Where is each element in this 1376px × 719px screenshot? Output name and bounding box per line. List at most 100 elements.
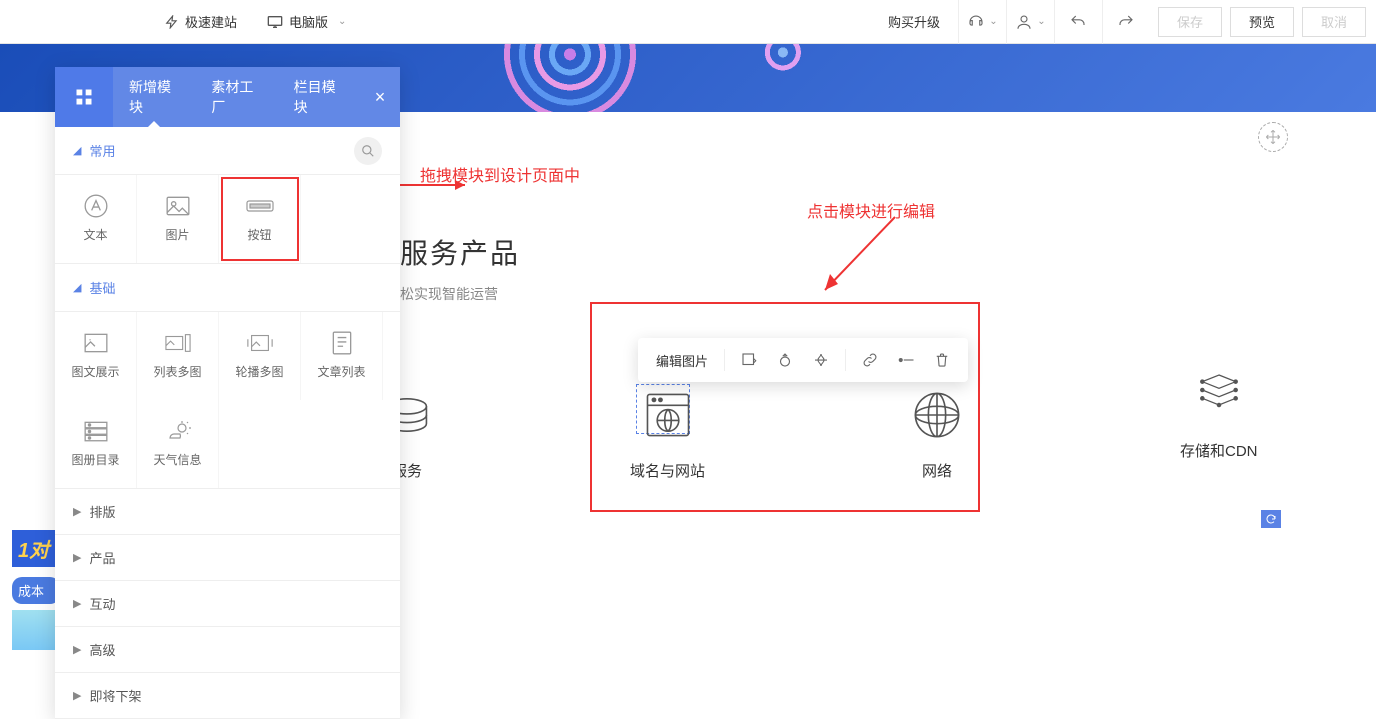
preview-button[interactable]: 预览 xyxy=(1230,7,1294,37)
tab-material[interactable]: 素材工厂 xyxy=(195,67,277,127)
panel-close-button[interactable]: × xyxy=(360,67,400,127)
undo-icon xyxy=(1069,13,1087,31)
sticker-line2: 成本 xyxy=(12,577,60,604)
top-toolbar: 极速建站 电脑版 ⌄ 购买升级 ⌄ ⌄ 保存 预览 取消 xyxy=(0,0,1376,44)
module-button[interactable]: 按钮 xyxy=(219,175,301,263)
arrow-icon xyxy=(810,212,910,302)
service-item[interactable]: 存储和CDN xyxy=(1180,370,1258,461)
storage-icon xyxy=(1192,370,1246,420)
link-icon[interactable] xyxy=(854,344,886,376)
network-icon xyxy=(910,390,964,440)
module-list-img[interactable]: 列表多图 xyxy=(137,312,219,400)
module-label: 文本 xyxy=(83,226,107,243)
effects-icon[interactable] xyxy=(805,344,837,376)
list-img-icon xyxy=(165,332,191,354)
module-label: 图文展示 xyxy=(71,363,119,380)
chevron-down-icon: ⌄ xyxy=(989,16,997,27)
category-product[interactable]: ▶ 产品 xyxy=(55,535,400,581)
module-text[interactable]: 文本 xyxy=(55,175,137,263)
lightning-icon xyxy=(165,15,179,29)
cancel-button[interactable]: 取消 xyxy=(1302,7,1366,37)
service-label: 网络 xyxy=(922,460,952,481)
crop-icon[interactable] xyxy=(733,344,765,376)
category-label: 排版 xyxy=(89,502,115,521)
module-label: 列表多图 xyxy=(153,363,201,380)
support-button[interactable]: ⌄ xyxy=(958,0,1006,44)
module-article[interactable]: 文章列表 xyxy=(301,312,383,400)
divider xyxy=(724,349,725,371)
module-image[interactable]: 图片 xyxy=(137,175,219,263)
refresh-badge[interactable] xyxy=(1261,510,1281,528)
quick-build-button[interactable]: 极速建站 xyxy=(165,12,237,31)
section-label: 基础 xyxy=(89,278,115,297)
weather-icon xyxy=(164,419,192,443)
triangle-down-icon: ◢ xyxy=(73,144,81,157)
triangle-right-icon: ▶ xyxy=(73,597,81,610)
triangle-down-icon: ◢ xyxy=(73,281,81,294)
service-item[interactable]: 网络 xyxy=(910,390,964,481)
grid-icon xyxy=(74,87,94,107)
category-label: 产品 xyxy=(89,548,115,567)
carousel-icon xyxy=(246,332,274,354)
save-button[interactable]: 保存 xyxy=(1158,7,1222,37)
device-label: 电脑版 xyxy=(289,12,328,31)
user-button[interactable]: ⌄ xyxy=(1006,0,1054,44)
article-icon xyxy=(331,330,353,356)
module-label: 文章列表 xyxy=(317,363,365,380)
section-common[interactable]: ◢ 常用 xyxy=(55,127,400,175)
panel-header: 新增模块 素材工厂 栏目模块 × xyxy=(55,67,400,127)
img-text-icon xyxy=(83,332,109,354)
basic-modules-grid: 图文展示 列表多图 轮播多图 文章列表 图册目录 天气信息 xyxy=(55,312,400,489)
triangle-right-icon: ▶ xyxy=(73,689,81,702)
content-heading: 服务产品 松实现智能运营 xyxy=(400,232,520,304)
service-label: 存储和CDN xyxy=(1180,440,1258,461)
page-title: 服务产品 xyxy=(400,232,520,272)
move-handle-icon[interactable] xyxy=(1258,122,1288,152)
module-label: 图片 xyxy=(165,226,189,243)
rotate-icon[interactable] xyxy=(769,344,801,376)
search-button[interactable] xyxy=(354,137,382,165)
refresh-icon xyxy=(1265,513,1277,525)
redo-icon xyxy=(1117,13,1135,31)
search-icon xyxy=(361,144,375,158)
panel-grid-button[interactable] xyxy=(55,67,113,127)
undo-button[interactable] xyxy=(1054,0,1102,44)
upgrade-link[interactable]: 购买升级 xyxy=(870,12,958,31)
module-album[interactable]: 图册目录 xyxy=(55,400,137,488)
text-icon xyxy=(83,193,109,219)
edit-image-label[interactable]: 编辑图片 xyxy=(648,351,716,370)
triangle-right-icon: ▶ xyxy=(73,551,81,564)
section-label: 常用 xyxy=(89,141,115,160)
common-modules-grid: 文本 图片 按钮 xyxy=(55,175,400,264)
animation-icon[interactable] xyxy=(890,344,922,376)
module-label: 图册目录 xyxy=(71,451,119,468)
section-basic[interactable]: ◢ 基础 xyxy=(55,264,400,312)
triangle-right-icon: ▶ xyxy=(73,643,81,656)
tab-column[interactable]: 栏目模块 xyxy=(278,67,360,127)
service-label: 域名与网站 xyxy=(630,460,705,481)
category-label: 即将下架 xyxy=(89,686,141,705)
tab-new-module[interactable]: 新增模块 xyxy=(113,67,195,127)
service-item[interactable]: 域名与网站 xyxy=(630,390,705,481)
delete-icon[interactable] xyxy=(926,344,958,376)
headset-icon xyxy=(967,13,985,31)
image-icon xyxy=(165,195,191,217)
module-carousel[interactable]: 轮播多图 xyxy=(219,312,301,400)
category-layout[interactable]: ▶排版 xyxy=(55,489,400,535)
chevron-down-icon: ⌄ xyxy=(338,16,346,27)
sticker-graphic xyxy=(12,610,60,650)
redo-button[interactable] xyxy=(1102,0,1150,44)
category-deprecated[interactable]: ▶ 即将下架 xyxy=(55,673,400,719)
module-weather[interactable]: 天气信息 xyxy=(137,400,219,488)
edit-image-toolbar: 编辑图片 xyxy=(638,338,968,382)
promo-sticker[interactable]: 1对 成本 xyxy=(12,530,60,650)
monitor-icon xyxy=(267,15,283,29)
button-icon xyxy=(246,199,274,213)
module-img-text[interactable]: 图文展示 xyxy=(55,312,137,400)
category-advanced[interactable]: ▶高级 xyxy=(55,627,400,673)
category-interact[interactable]: ▶互动 xyxy=(55,581,400,627)
page-subtitle: 松实现智能运营 xyxy=(400,284,520,304)
device-selector[interactable]: 电脑版 ⌄ xyxy=(267,12,346,31)
sticker-line1: 1对 xyxy=(12,530,60,567)
modules-panel: 新增模块 素材工厂 栏目模块 × ◢ 常用 文本 图片 按钮 ◢ 基础 xyxy=(55,67,400,719)
